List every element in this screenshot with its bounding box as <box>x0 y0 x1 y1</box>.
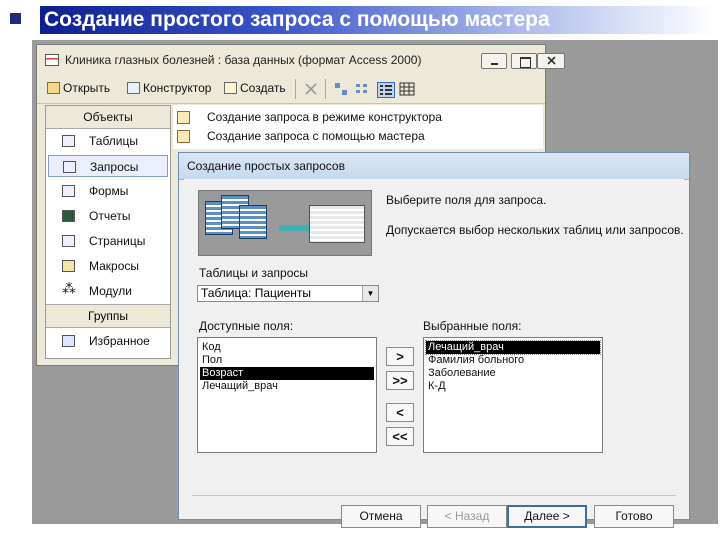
slide-title: Создание простого запроса с помощью маст… <box>44 8 550 31</box>
maximize-icon <box>520 57 531 68</box>
objects-item-modules[interactable]: ⁂ Модули <box>48 280 168 302</box>
minimize-icon <box>491 63 498 65</box>
available-fields-list[interactable]: Код Пол Возраст Лечащий_врач <box>197 337 377 453</box>
close-icon <box>547 56 556 65</box>
footer-divider <box>192 495 676 496</box>
objects-item-forms[interactable]: Формы <box>48 180 168 202</box>
objects-item-label: Модули <box>89 284 132 298</box>
list-item[interactable]: Код <box>200 341 374 354</box>
minimize-button[interactable] <box>481 53 507 69</box>
instruction-text: Выберите поля для запроса. <box>386 193 547 207</box>
list-item-selected[interactable]: Возраст <box>200 367 374 380</box>
move-one-button[interactable]: > <box>386 347 414 366</box>
objects-item-tables[interactable]: Таблицы <box>48 130 168 152</box>
database-window-title: Клиника глазных болезней : база данных (… <box>65 53 422 67</box>
form-icon <box>62 185 75 197</box>
back-button[interactable]: < Назад <box>427 505 507 528</box>
designer-button[interactable]: Конструктор <box>127 81 211 95</box>
instruction-text: Допускается выбор нескольких таблиц или … <box>386 223 684 237</box>
wizard-body: Выберите поля для запроса. Допускается в… <box>184 179 684 528</box>
query-list: Создание запроса в режиме конструктора С… <box>173 105 543 149</box>
wizard-titlebar: Создание простых запросов <box>179 153 689 180</box>
favorites-icon <box>62 335 75 347</box>
chevron-down-icon[interactable]: ▼ <box>362 286 378 301</box>
delete-icon[interactable] <box>303 82 319 96</box>
cancel-button[interactable]: Отмена <box>341 505 421 528</box>
list-item[interactable]: Заболевание <box>426 367 600 380</box>
objects-item-queries[interactable]: Запросы <box>48 155 168 177</box>
list-view-icon[interactable] <box>377 82 395 98</box>
design-icon <box>127 82 140 94</box>
wizard-title: Создание простых запросов <box>187 159 345 173</box>
close-button[interactable] <box>537 53 565 69</box>
objects-item-favorites[interactable]: Избранное <box>48 330 168 352</box>
objects-header[interactable]: Объекты <box>46 106 170 129</box>
open-label: Открыть <box>63 81 111 95</box>
objects-item-pages[interactable]: Страницы <box>48 230 168 252</box>
design-query-icon <box>177 111 190 124</box>
wizard-illustration <box>198 190 372 256</box>
details-view-icon[interactable] <box>399 82 415 96</box>
selected-fields-label: Выбранные поля: <box>423 319 522 333</box>
result-table-icon <box>309 205 365 243</box>
objects-item-label: Формы <box>89 184 129 198</box>
tables-label: Таблицы и запросы <box>199 266 309 280</box>
list-item[interactable]: Фамилия больного <box>426 354 600 367</box>
database-toolbar: Открыть Конструктор Создать <box>37 75 545 104</box>
open-button[interactable]: Открыть <box>47 81 110 95</box>
groups-header[interactable]: Группы <box>46 304 170 328</box>
list-item[interactable]: Лечащий_врач <box>200 380 374 393</box>
objects-item-macros[interactable]: Макросы <box>48 255 168 277</box>
objects-item-label: Запросы <box>90 160 139 174</box>
list-item-selected[interactable]: Лечащий_врач <box>425 340 601 355</box>
source-table-icon <box>239 205 267 239</box>
objects-item-label: Избранное <box>89 334 150 348</box>
objects-item-label: Отчеты <box>89 209 131 223</box>
toolbar-separator <box>325 79 326 99</box>
finish-button[interactable]: Готово <box>594 505 674 528</box>
available-fields-label: Доступные поля: <box>199 319 294 333</box>
objects-item-label: Страницы <box>89 234 146 248</box>
remove-one-button[interactable]: < <box>386 403 414 422</box>
maximize-button[interactable] <box>511 53 537 69</box>
move-all-button[interactable]: >> <box>386 371 414 390</box>
tables-combobox-value: Таблица: Пациенты <box>201 286 312 300</box>
toolbar-separator <box>295 79 296 99</box>
query-icon <box>63 161 76 173</box>
create-label: Создать <box>240 81 286 95</box>
objects-item-label: Таблицы <box>89 134 139 148</box>
objects-pane: Объекты Таблицы Запросы Формы Отчеты Стр… <box>45 105 171 359</box>
next-button[interactable]: Далее > <box>507 505 587 528</box>
wizard-query-icon <box>177 130 190 143</box>
list-item[interactable]: Пол <box>200 354 374 367</box>
large-icons-icon[interactable] <box>333 82 349 96</box>
list-item-label: Создание запроса в режиме конструктора <box>207 110 442 124</box>
database-icon <box>45 54 59 66</box>
list-item[interactable]: К-Д <box>426 380 600 393</box>
report-icon <box>62 210 75 222</box>
create-button[interactable]: Создать <box>224 81 286 95</box>
objects-item-reports[interactable]: Отчеты <box>48 205 168 227</box>
list-item-label: Создание запроса с помощью мастера <box>207 129 425 143</box>
table-icon <box>62 135 75 147</box>
create-icon <box>224 82 237 94</box>
small-icons-icon[interactable] <box>355 82 371 96</box>
tables-combobox[interactable]: Таблица: Пациенты ▼ <box>197 285 379 302</box>
objects-item-label: Макросы <box>89 259 140 273</box>
database-window-titlebar: Клиника глазных болезней : база данных (… <box>37 45 565 75</box>
page-icon <box>62 235 75 247</box>
open-icon <box>47 82 60 94</box>
selected-fields-list[interactable]: Лечащий_врач Фамилия больного Заболевани… <box>423 337 603 453</box>
designer-label: Конструктор <box>143 81 212 95</box>
remove-all-button[interactable]: << <box>386 427 414 446</box>
module-icon: ⁂ <box>62 280 76 296</box>
slide-bullet <box>10 13 21 24</box>
simple-query-wizard: Создание простых запросов Выберите поля … <box>178 152 690 528</box>
macro-icon <box>62 260 75 272</box>
